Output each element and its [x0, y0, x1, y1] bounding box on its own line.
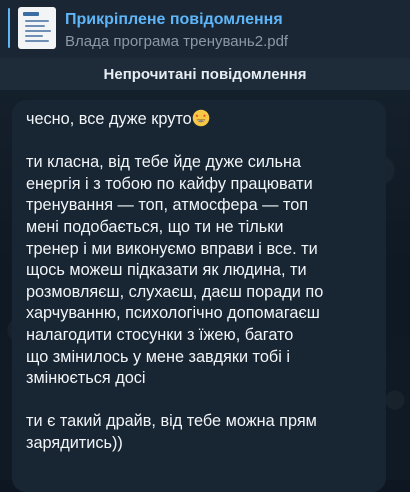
message-line: мені подобається, що ти не тільки	[26, 217, 284, 236]
pinned-message-bar[interactable]: Прикріплене повідомлення Влада програма …	[0, 0, 410, 58]
message-line: тренер і ми виконуємо вправи і все. ти	[26, 239, 318, 258]
message-line: зарядитись))	[26, 433, 123, 452]
message-line: тренування — топ, атмосфера — топ	[26, 196, 309, 215]
pinned-accent-line	[8, 8, 10, 48]
message-line: ти є такий драйв, від тебе можна прям	[26, 412, 317, 431]
unread-messages-label: Непрочитані повідомлення	[103, 65, 307, 83]
message-line: чесно, все дуже круто	[26, 109, 372, 131]
message-line: харчуванню, психологічно допомагаєш	[26, 304, 320, 323]
star-struck-emoji-icon	[192, 109, 210, 127]
message-line: налагодити стосунки з їжею, багато	[26, 325, 294, 344]
unread-messages-divider: Непрочитані повідомлення	[0, 58, 410, 90]
message-line: розмовляєш, слухаєш, даєш поради по	[26, 282, 324, 301]
message-line: змінюється досі	[26, 369, 146, 388]
message-line: щось можеш підказати як людина, ти	[26, 261, 307, 280]
message-bubble[interactable]: чесно, все дуже круто ти класна, від теб…	[12, 100, 386, 492]
pdf-document-icon	[18, 7, 56, 49]
message-line: ти класна, від тебе йде дуже сильна	[26, 153, 302, 172]
message-line: енергія і з тобою по кайфу працювати	[26, 174, 313, 193]
pinned-message-title: Прикріплене повідомлення	[65, 11, 283, 28]
message-line: що змінилось у мене завдяки тобі і	[26, 347, 290, 366]
pinned-message-filename: Влада програма тренувань2.pdf	[65, 33, 289, 50]
message-text: чесно, все дуже круто	[26, 110, 192, 128]
